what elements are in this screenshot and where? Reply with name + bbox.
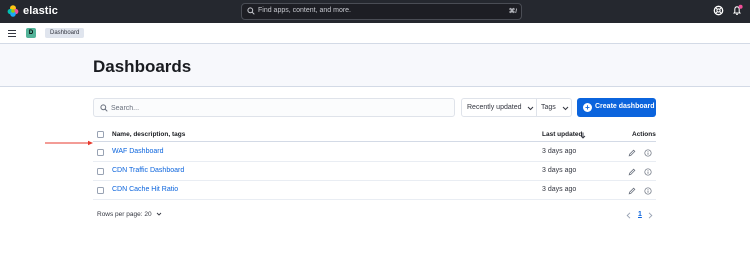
- rows-per-page-selector[interactable]: Rows per page: 20: [97, 211, 162, 218]
- table-header: Name, description, tags Last updated Act…: [93, 128, 656, 142]
- row-checkbox[interactable]: [97, 149, 104, 156]
- help-icon[interactable]: [713, 5, 724, 16]
- breadcrumb-dashboard[interactable]: Dashboard: [45, 28, 85, 38]
- keyboard-shortcut-hint: ⌘/: [508, 8, 517, 15]
- global-search-input[interactable]: Find apps, content, and more. ⌘/: [241, 3, 522, 20]
- table-row: CDN Cache Hit Ratio 3 days ago: [93, 181, 656, 200]
- chevron-down-icon: [562, 106, 569, 111]
- select-all-checkbox[interactable]: [97, 131, 104, 138]
- info-icon[interactable]: [644, 168, 652, 176]
- tags-filter-dropdown[interactable]: Tags: [537, 98, 572, 117]
- pencil-icon[interactable]: [628, 168, 636, 176]
- page-title: Dashboards: [93, 57, 192, 76]
- search-icon: [247, 7, 255, 15]
- sort-dropdown[interactable]: Recently updated: [461, 98, 537, 117]
- plus-circle-icon: +: [583, 103, 592, 112]
- next-page-icon[interactable]: [648, 212, 653, 219]
- dashboard-title-link[interactable]: CDN Traffic Dashboard: [112, 167, 184, 174]
- last-updated-value: 3 days ago: [542, 148, 577, 155]
- pencil-icon[interactable]: [628, 149, 636, 157]
- sort-label: Recently updated: [467, 104, 522, 111]
- column-header-name[interactable]: Name, description, tags: [112, 131, 185, 138]
- breadcrumb-bar: D Dashboard: [0, 23, 750, 44]
- sort-down-arrow-icon: [580, 132, 586, 139]
- notifications-icon[interactable]: [731, 4, 744, 17]
- chevron-down-icon: [527, 106, 534, 111]
- table-row: CDN Traffic Dashboard 3 days ago: [93, 162, 656, 181]
- rows-per-page-label: Rows per page: 20: [97, 211, 152, 218]
- row-checkbox[interactable]: [97, 187, 104, 194]
- create-dashboard-button[interactable]: + Create dashboard: [577, 98, 656, 117]
- info-icon[interactable]: [644, 187, 652, 195]
- global-search-placeholder: Find apps, content, and more.: [258, 7, 351, 14]
- brand-name: elastic: [23, 5, 58, 17]
- dashboard-search-field[interactable]: [93, 98, 455, 117]
- previous-page-icon[interactable]: [626, 212, 631, 219]
- elastic-logo[interactable]: elastic: [7, 5, 58, 17]
- dashboard-search-input[interactable]: [111, 102, 441, 114]
- tags-label: Tags: [541, 104, 556, 111]
- create-dashboard-label: Create dashboard: [595, 103, 655, 110]
- pencil-icon[interactable]: [628, 187, 636, 195]
- row-checkbox[interactable]: [97, 168, 104, 175]
- table-row: WAF Dashboard 3 days ago: [93, 143, 656, 162]
- dashboard-title-link[interactable]: CDN Cache Hit Ratio: [112, 186, 178, 193]
- chevron-down-icon: [157, 212, 162, 216]
- page-number-current[interactable]: 1: [638, 211, 642, 218]
- space-avatar[interactable]: D: [26, 28, 36, 38]
- last-updated-value: 3 days ago: [542, 186, 577, 193]
- info-icon[interactable]: [644, 149, 652, 157]
- annotation-arrow: [45, 140, 93, 146]
- menu-toggle-icon[interactable]: [8, 30, 16, 39]
- column-header-actions: Actions: [632, 131, 656, 138]
- global-header: elastic Find apps, content, and more. ⌘/: [0, 0, 750, 23]
- column-header-last-updated[interactable]: Last updated: [542, 131, 582, 138]
- dashboard-title-link[interactable]: WAF Dashboard: [112, 148, 163, 155]
- search-icon: [100, 104, 108, 112]
- elastic-logo-icon: [7, 5, 19, 17]
- last-updated-value: 3 days ago: [542, 167, 577, 174]
